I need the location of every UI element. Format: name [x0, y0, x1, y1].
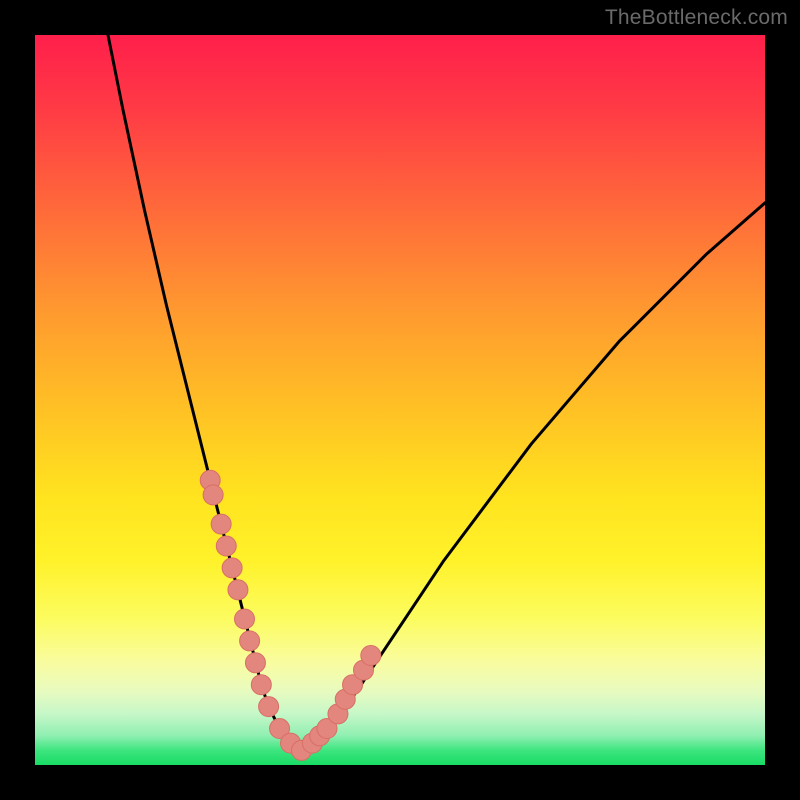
highlight-point — [216, 536, 236, 556]
bottleneck-curve — [108, 35, 765, 750]
highlight-point — [245, 653, 265, 673]
highlight-point — [240, 631, 260, 651]
highlight-point — [259, 697, 279, 717]
chart-stage: TheBottleneck.com — [0, 0, 800, 800]
highlight-point — [211, 514, 231, 534]
highlight-point — [251, 675, 271, 695]
curve-layer — [35, 35, 765, 765]
highlight-point — [361, 646, 381, 666]
plot-area — [35, 35, 765, 765]
highlight-point — [222, 558, 242, 578]
highlight-point — [235, 609, 255, 629]
watermark-text: TheBottleneck.com — [605, 6, 788, 30]
highlight-point — [203, 485, 223, 505]
highlight-point — [228, 580, 248, 600]
